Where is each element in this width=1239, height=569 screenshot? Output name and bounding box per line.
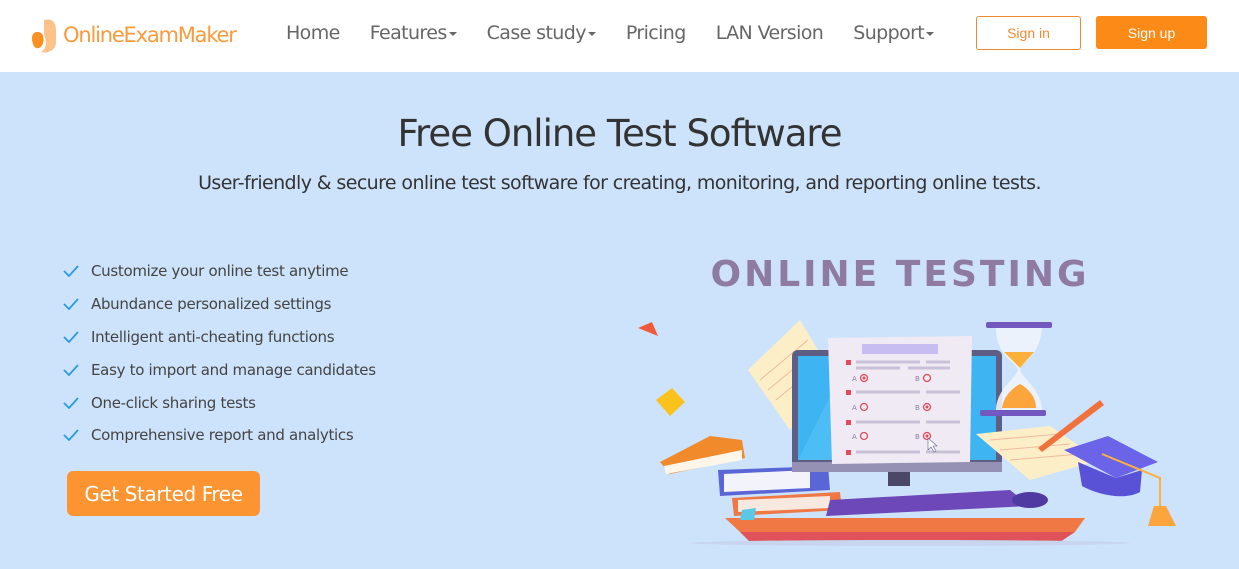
feature-list: Customize your online test anytime Abund… [63,255,376,452]
confetti-red [638,322,658,336]
option-label: A [852,433,857,441]
confetti-yellow [656,388,685,416]
keyboard-icon [826,490,1048,516]
option-label: A [852,404,857,412]
check-icon [63,298,79,311]
mouse-icon [1012,492,1048,508]
online-testing-illustration: A B A B A B [638,320,1176,546]
nav-home-label: Home [286,22,340,44]
top-navbar: OnlineExamMaker Home Features Case study… [0,0,1239,72]
check-icon [63,429,79,442]
nav-case-study[interactable]: Case study [487,22,596,44]
page-subtitle: User-friendly & secure online test softw… [198,172,1041,194]
nav-case-study-label: Case study [486,22,587,44]
page-title: Free Online Test Software [397,112,842,155]
caret-down-icon [448,31,457,36]
graduation-cap-icon [1064,436,1176,526]
desk-icon [690,518,1130,546]
option-label: B [915,375,920,383]
sign-up-button[interactable]: Sign up [1096,16,1207,49]
get-started-button[interactable]: Get Started Free [67,471,260,516]
option-label: A [852,375,857,383]
feature-item: Abundance personalized settings [63,288,376,321]
caret-down-icon [587,31,596,36]
caret-down-icon [926,31,935,36]
feature-item: One-click sharing tests [63,386,376,419]
main-menu: Home Features Case study Pricing LAN Ver… [286,22,964,44]
feature-text: Comprehensive report and analytics [91,426,354,445]
logo-text: OnlineExamMaker [63,23,237,47]
feature-text: Abundance personalized settings [91,295,332,314]
nav-features-label: Features [369,22,448,44]
feature-item: Comprehensive report and analytics [63,419,376,452]
illustration-title: ONLINE TESTING [710,254,1090,295]
sign-in-button[interactable]: Sign in [976,16,1081,50]
nav-pricing-label: Pricing [625,22,686,44]
nav-support-label: Support [853,22,925,44]
nav-pricing[interactable]: Pricing [626,22,686,44]
check-icon [63,396,79,409]
feature-item: Intelligent anti-cheating functions [63,321,376,354]
option-label: B [915,404,920,412]
feature-text: Customize your online test anytime [91,262,349,281]
feature-text: Easy to import and manage candidates [91,360,376,379]
quiz-sheet-icon: A B A B A B [828,336,972,464]
feature-text: One-click sharing tests [91,393,256,412]
feature-item: Customize your online test anytime [63,255,376,288]
nav-features[interactable]: Features [370,22,457,44]
feature-item: Easy to import and manage candidates [63,353,376,386]
check-icon [63,364,79,376]
nav-support[interactable]: Support [853,22,935,44]
check-icon [63,331,79,343]
check-icon [63,265,79,278]
nav-lan-version[interactable]: LAN Version [716,22,824,44]
logo-icon [32,19,56,53]
feature-text: Intelligent anti-cheating functions [91,327,335,346]
nav-lan-version-label: LAN Version [715,22,824,44]
option-label: B [915,433,920,441]
nav-home[interactable]: Home [286,22,340,44]
logo[interactable]: OnlineExamMaker [30,15,237,55]
